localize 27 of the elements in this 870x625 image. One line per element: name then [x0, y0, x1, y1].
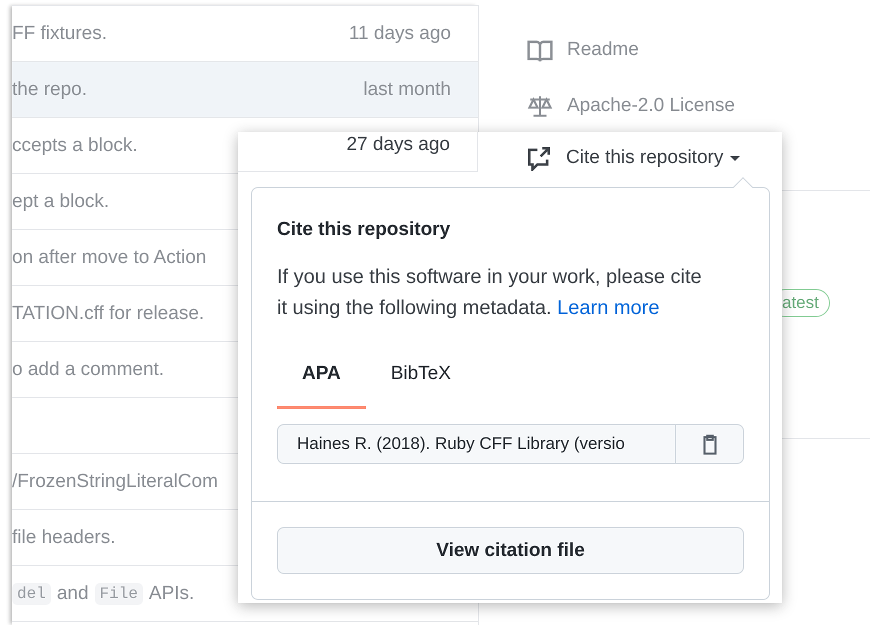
commit-message[interactable]: FF fixtures.	[12, 22, 108, 44]
sidebar-link[interactable]: Apache-2.0 License	[567, 95, 735, 117]
commit-message[interactable]: the repo.	[12, 78, 87, 100]
format-tab[interactable]: APA	[277, 354, 366, 409]
view-citation-button[interactable]: View citation file	[277, 527, 744, 574]
commit-message[interactable]: ept a block.	[12, 190, 110, 212]
commit-message[interactable]: ccepts a block.	[12, 134, 138, 156]
popover-description: If you use this software in your work, please cite it using the following metadata. Learn more	[277, 265, 703, 321]
commit-message[interactable]: file headers.	[12, 526, 116, 548]
commit-message[interactable]: APIs.	[148, 582, 194, 604]
commit-time: last month	[363, 78, 451, 100]
inline-code: File	[94, 582, 143, 604]
commit-time: 11 days ago	[348, 22, 451, 44]
commit-time: 27 days ago	[238, 132, 478, 172]
inline-code: del	[12, 582, 51, 604]
commit-message[interactable]: on after move to Action	[12, 246, 206, 268]
cite-icon	[526, 145, 552, 171]
commit-message[interactable]: /FrozenStringLiteralCom	[12, 470, 218, 492]
learn-more-link[interactable]: Learn more	[557, 297, 660, 319]
cite-repository-button[interactable]: Cite this repository	[526, 132, 744, 184]
sidebar-link[interactable]: Readme	[567, 39, 639, 61]
commit-message[interactable]: and	[56, 582, 89, 604]
commit-message[interactable]: o add a comment.	[12, 358, 164, 380]
commit-message[interactable]: TATION.cff for release.	[12, 302, 204, 324]
citation-field[interactable]: Haines R. (2018). Ruby CFF Library (versio	[277, 424, 744, 464]
popover-title: Cite this repository	[277, 218, 450, 242]
format-tab[interactable]: BibTeX	[366, 354, 476, 409]
